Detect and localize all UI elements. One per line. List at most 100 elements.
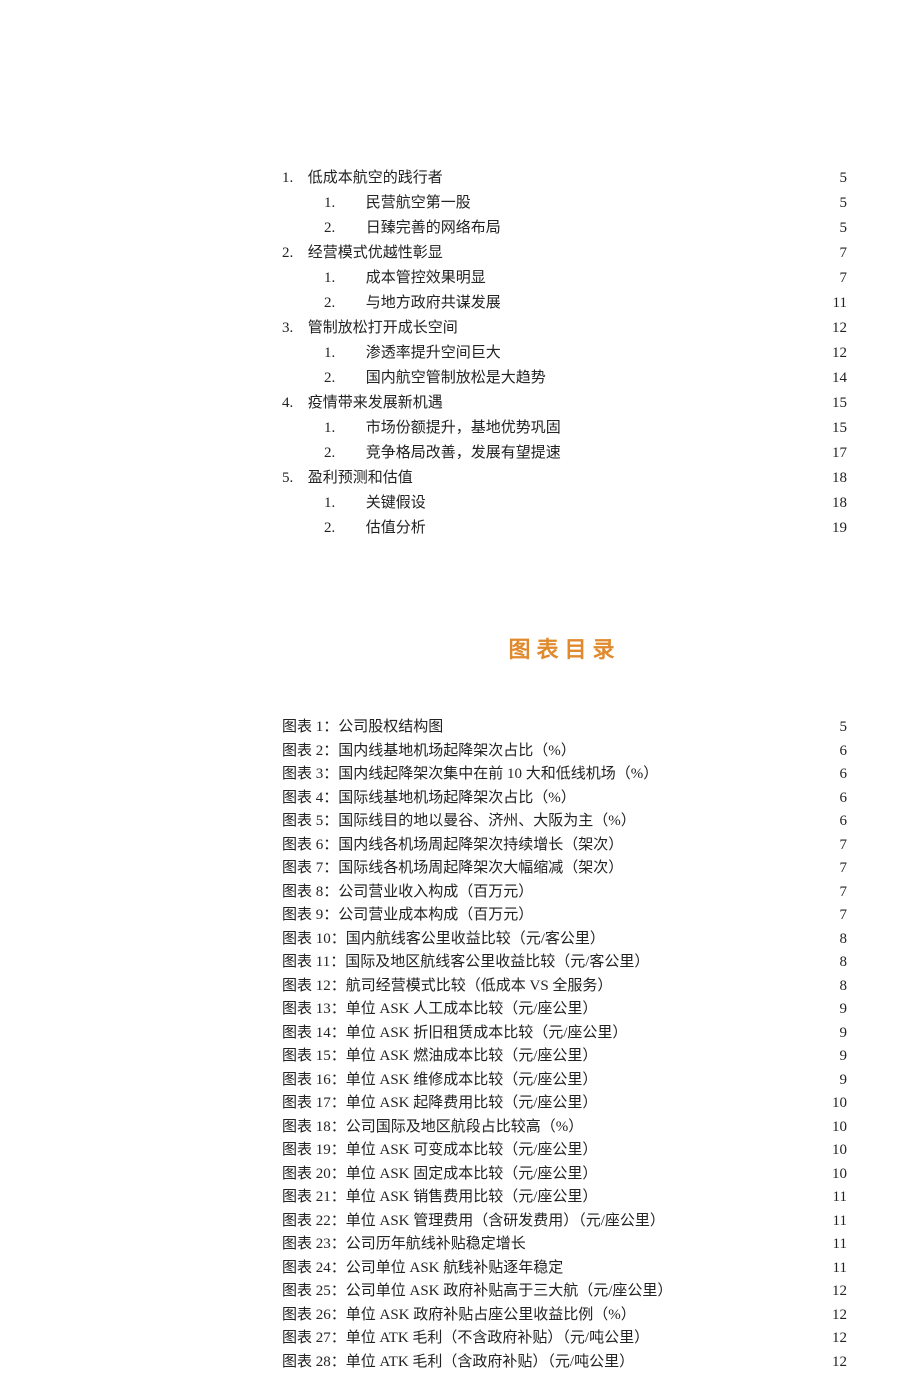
figure-label: 图表 20：单位 ASK 固定成本比较（元/座公里） <box>282 1163 817 1187</box>
toc-number: 1. <box>324 416 362 440</box>
figure-entry[interactable]: 图表 17：单位 ASK 起降费用比较（元/座公里）10 <box>282 1092 847 1116</box>
figure-page: 9 <box>817 998 847 1022</box>
figure-page: 8 <box>817 951 847 975</box>
toc-entry[interactable]: 1. 民营航空第一股5 <box>324 191 847 215</box>
figures-list: 图表 1：公司股权结构图5图表 2：国内线基地机场起降架次占比（%）6图表 3：… <box>282 716 847 1374</box>
figure-entry[interactable]: 图表 2：国内线基地机场起降架次占比（%）6 <box>282 740 847 764</box>
figure-entry[interactable]: 图表 8：公司营业收入构成（百万元）7 <box>282 881 847 905</box>
toc-number: 2. <box>324 516 362 540</box>
toc-label: 2. 经营模式优越性彰显 <box>282 241 817 265</box>
figure-label: 图表 11：国际及地区航线客公里收益比较（元/客公里） <box>282 951 817 975</box>
toc-label: 4. 疫情带来发展新机遇 <box>282 391 817 415</box>
toc-entry[interactable]: 2. 国内航空管制放松是大趋势14 <box>324 366 847 390</box>
toc-entry[interactable]: 2. 竞争格局改善，发展有望提速17 <box>324 441 847 465</box>
toc-label: 1. 渗透率提升空间巨大 <box>324 341 817 365</box>
figure-label: 图表 28：单位 ATK 毛利（含政府补贴）（元/吨公里） <box>282 1351 817 1374</box>
toc-entry[interactable]: 4. 疫情带来发展新机遇15 <box>282 391 847 415</box>
figure-entry[interactable]: 图表 18：公司国际及地区航段占比较高（%）10 <box>282 1116 847 1140</box>
figure-entry[interactable]: 图表 11：国际及地区航线客公里收益比较（元/客公里）8 <box>282 951 847 975</box>
figure-label: 图表 19：单位 ASK 可变成本比较（元/座公里） <box>282 1139 817 1163</box>
toc-entry[interactable]: 2. 与地方政府共谋发展11 <box>324 291 847 315</box>
figure-page: 7 <box>817 904 847 928</box>
figure-entry[interactable]: 图表 27：单位 ATK 毛利（不含政府补贴）（元/吨公里）12 <box>282 1327 847 1351</box>
figure-entry[interactable]: 图表 13：单位 ASK 人工成本比较（元/座公里）9 <box>282 998 847 1022</box>
figure-label: 图表 10：国内航线客公里收益比较（元/客公里） <box>282 928 817 952</box>
figure-entry[interactable]: 图表 22：单位 ASK 管理费用（含研发费用）（元/座公里）11 <box>282 1210 847 1234</box>
toc-page: 17 <box>817 441 847 465</box>
figure-entry[interactable]: 图表 25：公司单位 ASK 政府补贴高于三大航（元/座公里）12 <box>282 1280 847 1304</box>
figure-page: 7 <box>817 857 847 881</box>
figure-entry[interactable]: 图表 26：单位 ASK 政府补贴占座公里收益比例（%）12 <box>282 1304 847 1328</box>
figure-page: 6 <box>817 787 847 811</box>
toc-entry[interactable]: 1. 关键假设18 <box>324 491 847 515</box>
toc-number: 5. <box>282 466 304 490</box>
figure-entry[interactable]: 图表 20：单位 ASK 固定成本比较（元/座公里）10 <box>282 1163 847 1187</box>
toc-label: 5. 盈利预测和估值 <box>282 466 817 490</box>
figure-page: 5 <box>817 716 847 740</box>
figure-page: 11 <box>817 1210 847 1234</box>
toc-entry[interactable]: 1. 渗透率提升空间巨大12 <box>324 341 847 365</box>
figure-page: 8 <box>817 975 847 999</box>
figure-entry[interactable]: 图表 19：单位 ASK 可变成本比较（元/座公里）10 <box>282 1139 847 1163</box>
figure-entry[interactable]: 图表 21：单位 ASK 销售费用比较（元/座公里）11 <box>282 1186 847 1210</box>
toc-number: 1. <box>324 491 362 515</box>
toc-page: 7 <box>817 241 847 265</box>
toc-label: 2. 竞争格局改善，发展有望提速 <box>324 441 817 465</box>
toc-number: 1. <box>324 266 362 290</box>
toc-number: 2. <box>324 366 362 390</box>
figure-entry[interactable]: 图表 6：国内线各机场周起降架次持续增长（架次）7 <box>282 834 847 858</box>
figure-page: 10 <box>817 1092 847 1116</box>
figure-label: 图表 2：国内线基地机场起降架次占比（%） <box>282 740 817 764</box>
toc-title: 与地方政府共谋发展 <box>366 295 501 311</box>
figure-page: 6 <box>817 810 847 834</box>
toc-number: 1. <box>324 341 362 365</box>
figure-label: 图表 12：航司经营模式比较（低成本 VS 全服务） <box>282 975 817 999</box>
figure-entry[interactable]: 图表 4：国际线基地机场起降架次占比（%）6 <box>282 787 847 811</box>
toc-entry[interactable]: 2. 日臻完善的网络布局5 <box>324 216 847 240</box>
toc-entry[interactable]: 1. 低成本航空的践行者5 <box>282 166 847 190</box>
toc-page: 15 <box>817 416 847 440</box>
toc-entry[interactable]: 2. 估值分析19 <box>324 516 847 540</box>
toc-page: 19 <box>817 516 847 540</box>
figure-page: 9 <box>817 1022 847 1046</box>
figure-entry[interactable]: 图表 3：国内线起降架次集中在前 10 大和低线机场（%）6 <box>282 763 847 787</box>
figure-entry[interactable]: 图表 14：单位 ASK 折旧租赁成本比较（元/座公里）9 <box>282 1022 847 1046</box>
figure-page: 11 <box>817 1186 847 1210</box>
toc-title: 盈利预测和估值 <box>308 470 413 486</box>
figure-entry[interactable]: 图表 12：航司经营模式比较（低成本 VS 全服务）8 <box>282 975 847 999</box>
figure-entry[interactable]: 图表 28：单位 ATK 毛利（含政府补贴）（元/吨公里）12 <box>282 1351 847 1374</box>
figure-page: 11 <box>817 1233 847 1257</box>
figure-entry[interactable]: 图表 10：国内航线客公里收益比较（元/客公里）8 <box>282 928 847 952</box>
figure-label: 图表 5：国际线目的地以曼谷、济州、大阪为主（%） <box>282 810 817 834</box>
toc-page: 15 <box>817 391 847 415</box>
toc-page: 5 <box>817 191 847 215</box>
toc-entry[interactable]: 1. 市场份额提升，基地优势巩固 15 <box>324 416 847 440</box>
toc-page: 12 <box>817 341 847 365</box>
figure-entry[interactable]: 图表 7：国际线各机场周起降架次大幅缩减（架次）7 <box>282 857 847 881</box>
figure-label: 图表 3：国内线起降架次集中在前 10 大和低线机场（%） <box>282 763 817 787</box>
figure-entry[interactable]: 图表 5：国际线目的地以曼谷、济州、大阪为主（%）6 <box>282 810 847 834</box>
toc-title: 疫情带来发展新机遇 <box>308 395 443 411</box>
toc-title: 关键假设 <box>366 495 426 511</box>
toc-entry[interactable]: 5. 盈利预测和估值18 <box>282 466 847 490</box>
figure-entry[interactable]: 图表 9：公司营业成本构成（百万元）7 <box>282 904 847 928</box>
figure-label: 图表 9：公司营业成本构成（百万元） <box>282 904 817 928</box>
figure-label: 图表 17：单位 ASK 起降费用比较（元/座公里） <box>282 1092 817 1116</box>
figure-page: 7 <box>817 834 847 858</box>
toc-label: 2. 日臻完善的网络布局 <box>324 216 817 240</box>
toc-title: 市场份额提升，基地优势巩固 <box>366 420 561 436</box>
figure-entry[interactable]: 图表 15：单位 ASK 燃油成本比较（元/座公里）9 <box>282 1045 847 1069</box>
figure-page: 10 <box>817 1116 847 1140</box>
toc-entry[interactable]: 1. 成本管控效果明显7 <box>324 266 847 290</box>
figure-entry[interactable]: 图表 23：公司历年航线补贴稳定增长11 <box>282 1233 847 1257</box>
figure-page: 10 <box>817 1139 847 1163</box>
toc-entry[interactable]: 2. 经营模式优越性彰显7 <box>282 241 847 265</box>
figure-page: 6 <box>817 763 847 787</box>
toc-entry[interactable]: 3. 管制放松打开成长空间12 <box>282 316 847 340</box>
toc-title: 民营航空第一股 <box>366 195 471 211</box>
figure-entry[interactable]: 图表 16：单位 ASK 维修成本比较（元/座公里）9 <box>282 1069 847 1093</box>
figure-label: 图表 13：单位 ASK 人工成本比较（元/座公里） <box>282 998 817 1022</box>
figure-entry[interactable]: 图表 1：公司股权结构图5 <box>282 716 847 740</box>
toc-page: 12 <box>817 316 847 340</box>
toc-label: 2. 估值分析 <box>324 516 817 540</box>
